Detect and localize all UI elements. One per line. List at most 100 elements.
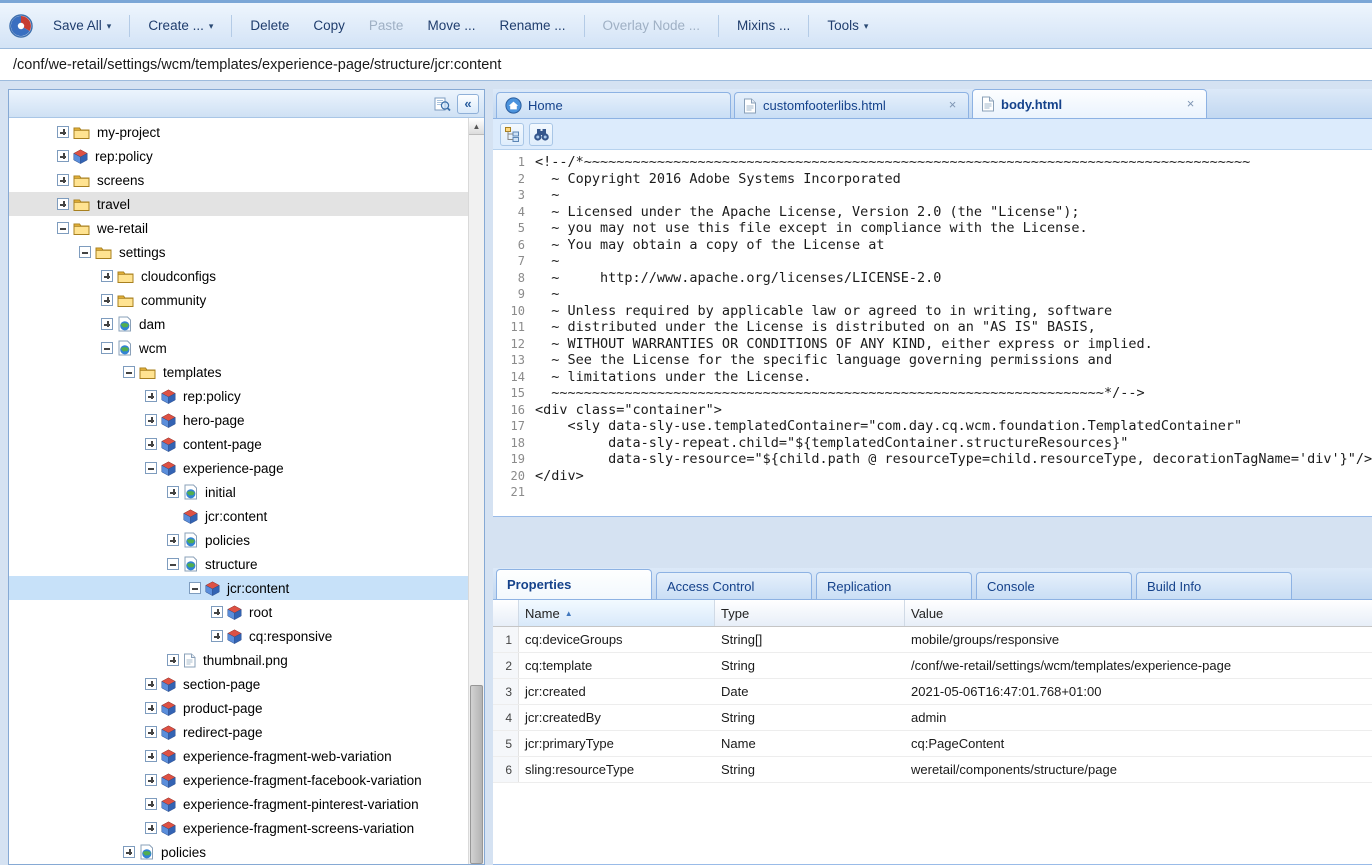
tree-node-my-project[interactable]: my-project — [9, 120, 484, 144]
tree-search-button[interactable] — [431, 94, 453, 114]
scrollbar-thumb[interactable] — [470, 684, 483, 864]
tools-button[interactable]: Tools ▾ — [816, 12, 879, 39]
expand-plus-icon[interactable] — [145, 438, 157, 450]
collapse-minus-icon[interactable] — [189, 582, 201, 594]
column-header-name[interactable]: Name ▲ — [519, 600, 715, 626]
tree-node-jcr-content[interactable]: jcr:content — [9, 576, 484, 600]
tab-access-control[interactable]: Access Control — [656, 572, 812, 599]
tree-node-settings[interactable]: settings — [9, 240, 484, 264]
tree-node-policies[interactable]: policies — [9, 840, 484, 864]
tree-node-initial[interactable]: initial — [9, 480, 484, 504]
column-header-type[interactable]: Type — [715, 600, 905, 626]
tree-node-experience-page[interactable]: experience-page — [9, 456, 484, 480]
tab-replication[interactable]: Replication — [816, 572, 972, 599]
property-row-sling-resourcetype[interactable]: 6 sling:resourceType String weretail/compon… — [493, 757, 1372, 783]
collapse-minus-icon[interactable] — [57, 222, 69, 234]
tree-node-rep-policy[interactable]: rep:policy — [9, 384, 484, 408]
expand-plus-icon[interactable] — [145, 798, 157, 810]
expand-plus-icon[interactable] — [145, 774, 157, 786]
tree-node-experience-fragment-screens-variation[interactable]: experience-fragment-screens-variation — [9, 816, 484, 840]
rename-button[interactable]: Rename ... — [488, 12, 576, 39]
move-button[interactable]: Move ... — [416, 12, 486, 39]
expand-plus-icon[interactable] — [211, 630, 223, 642]
tree-node-thumbnail-png[interactable]: thumbnail.png — [9, 648, 484, 672]
tree-node-cloudconfigs[interactable]: cloudconfigs — [9, 264, 484, 288]
expand-plus-icon[interactable] — [101, 270, 113, 282]
property-row-cq-devicegroups[interactable]: 1 cq:deviceGroups String[] mobile/groups/re… — [493, 627, 1372, 653]
property-row-cq-template[interactable]: 2 cq:template String/conf/we-retail/settin… — [493, 653, 1372, 679]
delete-button[interactable]: Delete — [239, 12, 300, 39]
expand-plus-icon[interactable] — [167, 486, 179, 498]
expand-plus-icon[interactable] — [57, 174, 69, 186]
tree-panel-header: « — [9, 90, 484, 118]
tree-node-jcr-content[interactable]: jcr:content — [9, 504, 484, 528]
tree-node-we-retail[interactable]: we-retail — [9, 216, 484, 240]
path-input[interactable] — [0, 49, 1372, 80]
property-row-jcr-createdby[interactable]: 4 jcr:createdBy String admin — [493, 705, 1372, 731]
create-button[interactable]: Create ... ▾ — [137, 12, 224, 39]
tab-customfooterlibs-html[interactable]: customfooterlibs.html × — [734, 92, 969, 118]
expand-plus-icon[interactable] — [101, 318, 113, 330]
scroll-up-button[interactable]: ▲ — [469, 118, 484, 135]
expand-plus-icon[interactable] — [145, 702, 157, 714]
locate-in-tree-button[interactable] — [500, 122, 524, 146]
tree-node-cq-responsive[interactable]: cq:responsive — [9, 624, 484, 648]
tree-node-travel[interactable]: travel — [9, 192, 484, 216]
tree-node-rep-policy[interactable]: rep:policy — [9, 144, 484, 168]
find-button[interactable] — [529, 122, 553, 146]
copy-button[interactable]: Copy — [302, 12, 356, 39]
tree-node-templates[interactable]: templates — [9, 360, 484, 384]
tab-properties[interactable]: Properties — [496, 569, 652, 599]
expand-plus-icon[interactable] — [145, 750, 157, 762]
expand-plus-icon[interactable] — [145, 726, 157, 738]
expand-plus-icon[interactable] — [123, 846, 135, 858]
collapse-minus-icon[interactable] — [101, 342, 113, 354]
code-editor[interactable]: 1 <!--/*~~~~~~~~~~~~~~~~~~~~~~~~~~~~~~~~~… — [493, 150, 1372, 516]
expand-plus-icon[interactable] — [211, 606, 223, 618]
close-tab-icon[interactable]: × — [1183, 96, 1198, 112]
collapse-minus-icon[interactable] — [167, 558, 179, 570]
expand-plus-icon[interactable] — [57, 198, 69, 210]
collapse-panel-button[interactable]: « — [457, 93, 479, 114]
tree-node-hero-page[interactable]: hero-page — [9, 408, 484, 432]
expand-plus-icon[interactable] — [145, 678, 157, 690]
tree-node-policies[interactable]: policies — [9, 528, 484, 552]
tab-build-info[interactable]: Build Info — [1136, 572, 1292, 599]
tree-node-experience-fragment-facebook-variation[interactable]: experience-fragment-facebook-variation — [9, 768, 484, 792]
expand-plus-icon[interactable] — [145, 414, 157, 426]
tree-node-experience-fragment-web-variation[interactable]: experience-fragment-web-variation — [9, 744, 484, 768]
close-tab-icon[interactable]: × — [945, 98, 960, 113]
expand-plus-icon[interactable] — [57, 126, 69, 138]
tab-body-html[interactable]: body.html × — [972, 89, 1207, 118]
tree-node-root[interactable]: root — [9, 600, 484, 624]
tree-node-label: wcm — [139, 340, 167, 356]
collapse-minus-icon[interactable] — [79, 246, 91, 258]
tree-scrollbar[interactable]: ▲ — [468, 118, 484, 864]
tree-node-wcm[interactable]: wcm — [9, 336, 484, 360]
property-row-jcr-created[interactable]: 3 jcr:created Date 2021-05-06T16:47:01.768+… — [493, 679, 1372, 705]
mixins-button[interactable]: Mixins ... — [726, 12, 801, 39]
property-row-jcr-primarytype[interactable]: 5 jcr:primaryType Name cq:PageContent — [493, 731, 1372, 757]
tree-node-screens[interactable]: screens — [9, 168, 484, 192]
expand-plus-icon[interactable] — [145, 822, 157, 834]
collapse-minus-icon[interactable] — [123, 366, 135, 378]
expand-plus-icon[interactable] — [167, 534, 179, 546]
tab-home[interactable]: Home — [496, 92, 731, 118]
save-all-button[interactable]: Save All ▾ — [42, 12, 122, 39]
tab-console[interactable]: Console — [976, 572, 1132, 599]
expand-plus-icon[interactable] — [101, 294, 113, 306]
tree-node-community[interactable]: community — [9, 288, 484, 312]
collapse-minus-icon[interactable] — [145, 462, 157, 474]
tree-node-product-page[interactable]: product-page — [9, 696, 484, 720]
expand-plus-icon[interactable] — [167, 654, 179, 666]
expand-plus-icon[interactable] — [57, 150, 69, 162]
tree-node-experience-fragment-pinterest-variation[interactable]: experience-fragment-pinterest-variation — [9, 792, 484, 816]
tree-node-redirect-page[interactable]: redirect-page — [9, 720, 484, 744]
tree-node-label: root — [249, 604, 273, 620]
tree-node-content-page[interactable]: content-page — [9, 432, 484, 456]
column-header-value[interactable]: Value — [905, 600, 1372, 626]
tree-node-dam[interactable]: dam — [9, 312, 484, 336]
tree-node-section-page[interactable]: section-page — [9, 672, 484, 696]
tree-node-structure[interactable]: structure — [9, 552, 484, 576]
expand-plus-icon[interactable] — [145, 390, 157, 402]
